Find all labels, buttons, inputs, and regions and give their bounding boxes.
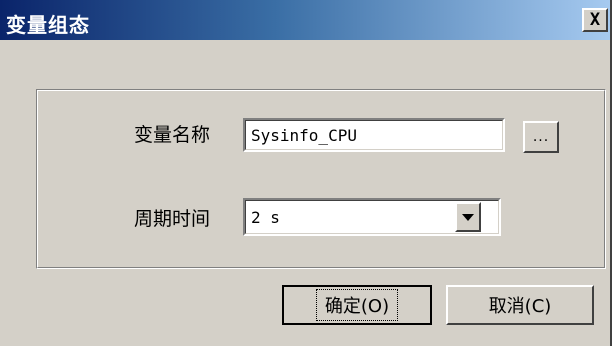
period-select[interactable]: 2 s	[243, 198, 501, 236]
ok-button[interactable]: 确定(O)	[282, 285, 432, 325]
variable-config-dialog: 变量组态 X 变量名称 Sysinfo_CPU ... 周期时间 2 s 确定(…	[0, 0, 612, 346]
browse-button[interactable]: ...	[523, 121, 559, 153]
cancel-label: 取消(C)	[488, 296, 552, 317]
chevron-down-icon	[462, 213, 474, 221]
dialog-title: 变量组态	[6, 13, 90, 37]
browse-label: ...	[532, 129, 550, 145]
cancel-button[interactable]: 取消(C)	[446, 285, 594, 325]
close-icon: X	[589, 9, 601, 30]
var-name-value: Sysinfo_CPU	[251, 126, 357, 145]
period-value: 2 s	[251, 208, 280, 227]
var-name-label: 变量名称	[134, 124, 211, 146]
title-bar[interactable]: 变量组态 X	[0, 0, 610, 40]
dropdown-button[interactable]	[455, 202, 481, 232]
settings-group	[36, 89, 606, 269]
close-button[interactable]: X	[582, 8, 608, 32]
period-label: 周期时间	[134, 208, 211, 230]
ok-label: 确定(O)	[315, 289, 399, 321]
var-name-input[interactable]: Sysinfo_CPU	[243, 118, 505, 152]
